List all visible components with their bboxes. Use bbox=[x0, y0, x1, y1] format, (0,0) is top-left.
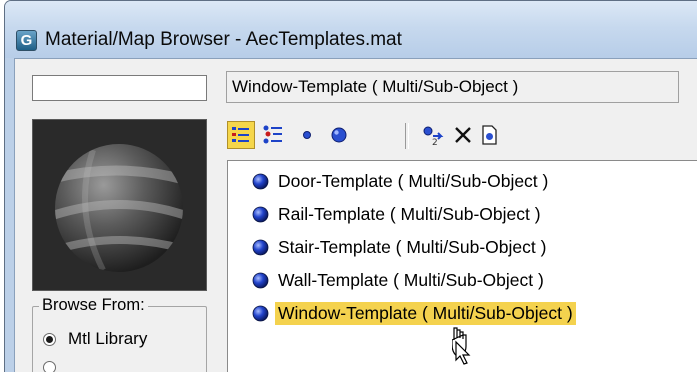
list-item[interactable]: Stair-Template ( Multi/Sub-Object ) bbox=[252, 233, 549, 261]
list-item-label: Window-Template ( Multi/Sub-Object ) bbox=[275, 301, 576, 325]
list-item[interactable]: Wall-Template ( Multi/Sub-Object ) bbox=[252, 266, 547, 294]
list-item-label: Wall-Template ( Multi/Sub-Object ) bbox=[278, 269, 544, 290]
update-scene-materials-icon: 2 bbox=[423, 126, 444, 146]
view-list-icons-button[interactable] bbox=[259, 121, 287, 149]
delete-from-library-button[interactable] bbox=[449, 121, 477, 149]
material-preview bbox=[32, 119, 207, 291]
radio-button[interactable] bbox=[43, 361, 56, 372]
window-title: Material/Map Browser - AecTemplates.mat bbox=[45, 29, 402, 50]
browser-client-area: Window-Template ( Multi/Sub-Object ) 2 D… bbox=[14, 58, 697, 372]
toolbar-separator bbox=[405, 123, 409, 149]
update-scene-materials-button[interactable]: 2 bbox=[419, 121, 447, 149]
radio-label: Mtl Library bbox=[68, 329, 148, 348]
current-material-field: Window-Template ( Multi/Sub-Object ) bbox=[226, 71, 679, 103]
view-list-icon bbox=[232, 127, 249, 142]
list-item[interactable]: Door-Template ( Multi/Sub-Object ) bbox=[252, 167, 551, 195]
large-icons-icon bbox=[331, 127, 347, 143]
preview-sphere-icon bbox=[33, 120, 206, 290]
clear-material-library-icon bbox=[482, 125, 497, 145]
large-icons-button[interactable] bbox=[325, 121, 353, 149]
material-sphere-icon bbox=[252, 272, 269, 288]
delete-from-library-icon bbox=[455, 127, 471, 143]
material-sphere-icon bbox=[252, 173, 269, 189]
view-list-button[interactable] bbox=[227, 121, 255, 149]
list-item-label: Door-Template ( Multi/Sub-Object ) bbox=[278, 170, 549, 191]
radio-mtl-library[interactable]: Mtl Library bbox=[43, 329, 147, 349]
material-sphere-icon bbox=[252, 239, 269, 255]
list-item-label: Rail-Template ( Multi/Sub-Object ) bbox=[278, 203, 541, 224]
material-map-browser-window: G Material/Map Browser - AecTemplates.ma… bbox=[4, 0, 697, 372]
list-item-selected[interactable]: Window-Template ( Multi/Sub-Object ) bbox=[252, 299, 576, 327]
title-bar[interactable]: G Material/Map Browser - AecTemplates.ma… bbox=[5, 1, 697, 58]
material-sphere-icon bbox=[252, 305, 269, 321]
material-name-field[interactable] bbox=[32, 75, 207, 101]
small-icons-button[interactable] bbox=[293, 121, 321, 149]
small-icons-icon bbox=[303, 131, 311, 139]
material-sphere-icon bbox=[252, 206, 269, 222]
browse-from-group: Browse From: Mtl Library bbox=[32, 296, 207, 372]
view-list-icons-icon bbox=[263, 125, 282, 144]
clear-material-library-button[interactable] bbox=[475, 121, 503, 149]
app-icon[interactable]: G bbox=[16, 30, 37, 51]
list-item-label: Stair-Template ( Multi/Sub-Object ) bbox=[278, 236, 547, 257]
radio-button[interactable] bbox=[43, 332, 56, 346]
browse-from-legend: Browse From: bbox=[39, 296, 148, 315]
list-item[interactable]: Rail-Template ( Multi/Sub-Object ) bbox=[252, 200, 544, 228]
svg-text:2: 2 bbox=[432, 138, 438, 146]
mouse-cursor-icon bbox=[452, 327, 471, 365]
